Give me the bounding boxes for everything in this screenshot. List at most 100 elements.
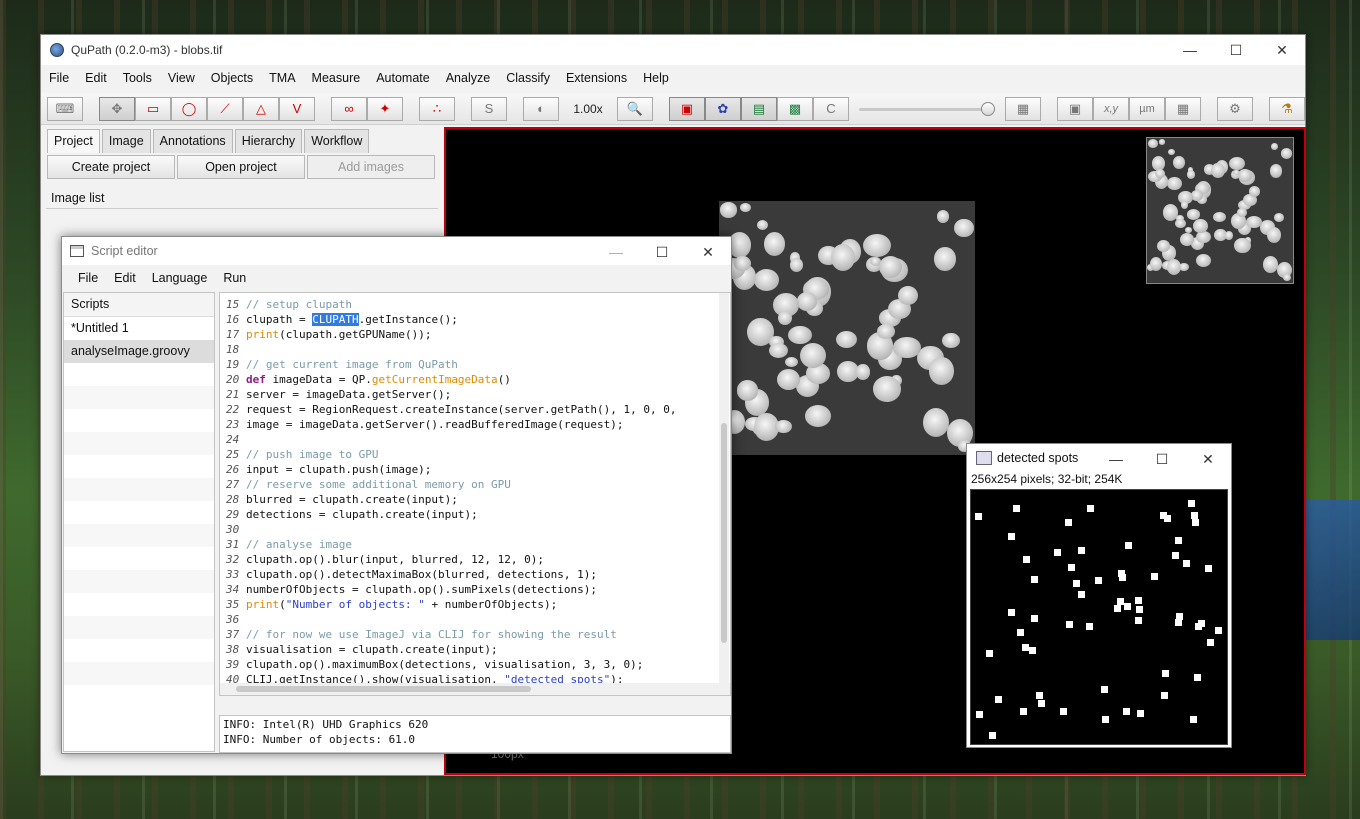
menu-view[interactable]: View bbox=[160, 71, 203, 85]
menu-analyze[interactable]: Analyze bbox=[438, 71, 498, 85]
spot bbox=[1207, 639, 1215, 647]
add-images-button[interactable]: Add images bbox=[307, 155, 435, 179]
blob bbox=[1236, 208, 1248, 217]
spot bbox=[975, 512, 983, 520]
blob bbox=[1172, 155, 1185, 170]
menu-language[interactable]: Language bbox=[144, 271, 216, 285]
tab-hierarchy[interactable]: Hierarchy bbox=[234, 129, 303, 153]
blob bbox=[1262, 255, 1278, 273]
menu-edit[interactable]: Edit bbox=[77, 71, 115, 85]
code-editor[interactable]: 15// setup clupath 16 clupath = CLUPATH.g… bbox=[219, 292, 731, 696]
scalebar-button[interactable]: µm bbox=[1129, 96, 1165, 121]
blobs-image bbox=[719, 201, 975, 455]
line-tool-button[interactable]: ⟋ bbox=[207, 96, 243, 121]
tab-project[interactable]: Project bbox=[47, 129, 100, 153]
measurement-table-button[interactable]: ▦ bbox=[1005, 96, 1041, 121]
blob bbox=[942, 332, 961, 349]
open-project-button[interactable]: Open project bbox=[177, 155, 305, 179]
fill-detections-button[interactable]: ▩ bbox=[777, 96, 813, 121]
menu-edit[interactable]: Edit bbox=[106, 271, 144, 285]
tab-annotations[interactable]: Annotations bbox=[152, 129, 233, 153]
overview-thumbnail[interactable] bbox=[1146, 137, 1294, 284]
overview-button[interactable]: ▣ bbox=[1057, 96, 1093, 121]
spots-image[interactable] bbox=[970, 489, 1228, 745]
grid-button[interactable]: ▦ bbox=[1165, 96, 1201, 121]
maximize-icon[interactable]: ☐ bbox=[1213, 35, 1259, 65]
title-bar: QuPath (0.2.0-m3) - blobs.tif — ☐ ✕ bbox=[41, 35, 1305, 65]
console-output: INFO: Intel(R) UHD Graphics 620 INFO: Num… bbox=[219, 715, 731, 753]
script-item-untitled[interactable]: *Untitled 1 bbox=[64, 317, 214, 340]
blob bbox=[1168, 148, 1175, 155]
create-project-button[interactable]: Create project bbox=[47, 155, 175, 179]
blob bbox=[1149, 257, 1163, 272]
maximize-icon[interactable]: ☐ bbox=[1139, 444, 1185, 474]
log-viewer-button[interactable]: ⚗ bbox=[1269, 96, 1305, 121]
move-tool-button[interactable]: ✥ bbox=[99, 96, 135, 121]
close-icon[interactable]: ✕ bbox=[1185, 444, 1231, 474]
script-editor-window: Script editor — ☐ ✕ File Edit Language R… bbox=[61, 236, 732, 754]
minimize-icon[interactable]: — bbox=[1167, 35, 1213, 65]
close-icon[interactable]: ✕ bbox=[1259, 35, 1305, 65]
menu-help[interactable]: Help bbox=[635, 71, 677, 85]
opacity-slider[interactable] bbox=[859, 99, 995, 119]
blob bbox=[934, 247, 956, 271]
blob bbox=[774, 419, 793, 434]
tab-workflow[interactable]: Workflow bbox=[304, 129, 370, 153]
blob bbox=[1167, 176, 1182, 190]
blob bbox=[1238, 169, 1252, 183]
minimize-icon[interactable]: — bbox=[1093, 444, 1139, 474]
spot bbox=[1135, 617, 1143, 625]
spot bbox=[1160, 691, 1168, 699]
polygon-tool-button[interactable]: △ bbox=[243, 96, 279, 121]
slider-thumb[interactable] bbox=[981, 101, 995, 116]
spot bbox=[1102, 715, 1110, 723]
show-detections-button[interactable]: ▤ bbox=[741, 96, 777, 121]
close-icon[interactable]: ✕ bbox=[685, 237, 731, 267]
menu-measure[interactable]: Measure bbox=[304, 71, 369, 85]
tab-image[interactable]: Image bbox=[101, 129, 151, 153]
main-toolbar: ⌨ ✥ ▭ ◯ ⟋ △ V ∞ ✦ ∴ S ◐ 1.00x 🔍 ▣ ✿ ▤ ▩ … bbox=[41, 93, 1305, 125]
blob bbox=[754, 269, 780, 292]
code-horizontal-scrollbar[interactable] bbox=[220, 683, 730, 695]
spot bbox=[1038, 699, 1046, 707]
blob bbox=[1246, 215, 1262, 228]
cursor-location-button[interactable]: x,y bbox=[1093, 96, 1129, 121]
menu-classify[interactable]: Classify bbox=[498, 71, 558, 85]
main-menubar: File Edit Tools View Objects TMA Measure… bbox=[41, 65, 1305, 91]
window-title: QuPath (0.2.0-m3) - blobs.tif bbox=[71, 43, 223, 57]
wand-tool-button[interactable]: ✦ bbox=[367, 96, 403, 121]
spot bbox=[1136, 710, 1144, 718]
blob bbox=[1213, 211, 1226, 222]
spot bbox=[1118, 574, 1126, 582]
menu-file[interactable]: File bbox=[70, 271, 106, 285]
spot bbox=[1123, 707, 1131, 715]
rectangle-tool-button[interactable]: ▭ bbox=[135, 96, 171, 121]
polyline-tool-button[interactable]: V bbox=[279, 96, 315, 121]
ellipse-tool-button[interactable]: ◯ bbox=[171, 96, 207, 121]
show-classes-button[interactable]: C bbox=[813, 96, 849, 121]
script-item-analyseimage[interactable]: analyseImage.groovy bbox=[64, 340, 214, 363]
code-vertical-scrollbar[interactable] bbox=[719, 293, 729, 695]
menu-tma[interactable]: TMA bbox=[261, 71, 303, 85]
menu-file[interactable]: File bbox=[41, 71, 77, 85]
points-tool-button[interactable]: ∴ bbox=[419, 96, 455, 121]
menu-automate[interactable]: Automate bbox=[368, 71, 438, 85]
spot bbox=[1124, 603, 1132, 611]
spot bbox=[1020, 708, 1028, 716]
blob bbox=[777, 310, 792, 325]
settings-gear-icon[interactable]: ⚙ bbox=[1217, 96, 1253, 121]
show-annotations-button[interactable]: ▣ bbox=[669, 96, 705, 121]
show-tma-grid-button[interactable]: ✿ bbox=[705, 96, 741, 121]
selection-mode-button[interactable]: S bbox=[471, 96, 507, 121]
brightness-contrast-button[interactable]: ◐ bbox=[523, 96, 559, 121]
image-list-header: Image list bbox=[46, 187, 438, 209]
menu-run[interactable]: Run bbox=[215, 271, 254, 285]
brush-tool-button[interactable]: ∞ bbox=[331, 96, 367, 121]
menu-tools[interactable]: Tools bbox=[115, 71, 160, 85]
minimize-icon[interactable]: — bbox=[593, 237, 639, 267]
toggle-analysis-pane-button[interactable]: ⌨ bbox=[47, 96, 83, 121]
menu-objects[interactable]: Objects bbox=[203, 71, 261, 85]
zoom-to-fit-icon[interactable]: 🔍 bbox=[617, 96, 653, 121]
menu-extensions[interactable]: Extensions bbox=[558, 71, 635, 85]
maximize-icon[interactable]: ☐ bbox=[639, 237, 685, 267]
